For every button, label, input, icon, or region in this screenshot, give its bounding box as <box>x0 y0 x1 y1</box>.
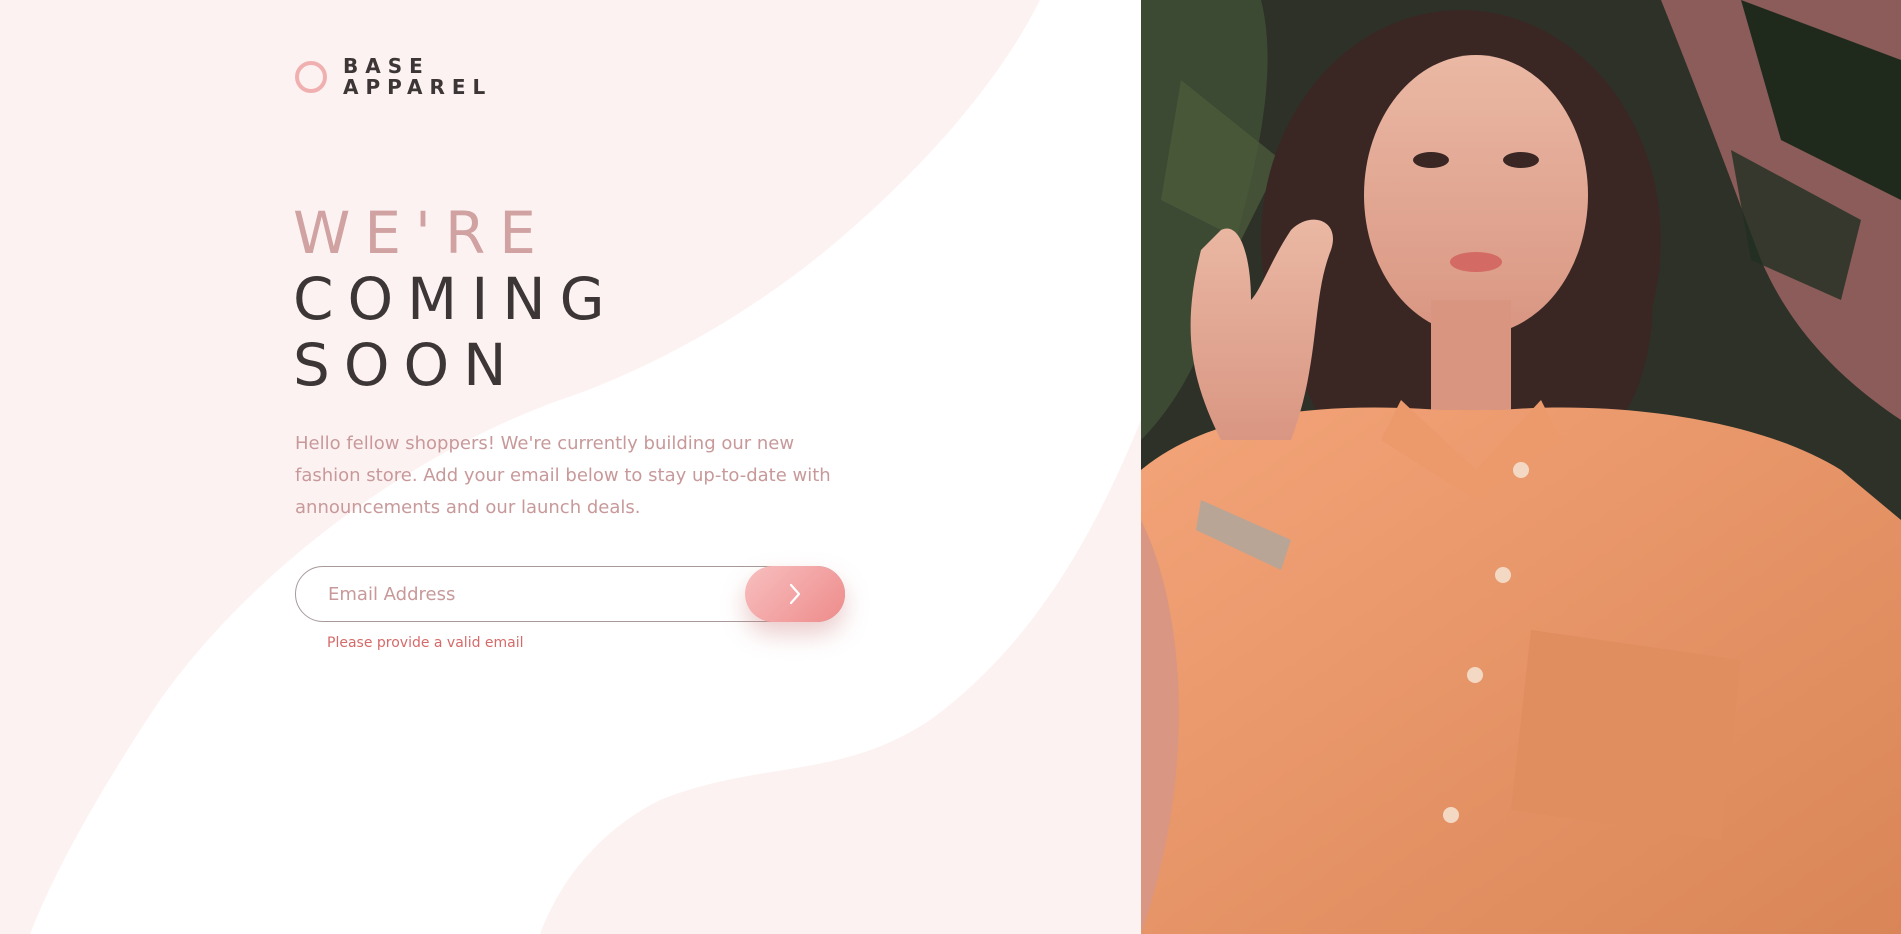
brand-name: BASE APPAREL <box>343 56 492 98</box>
signup-form <box>295 566 845 622</box>
intro-text: Hello fellow shoppers! We're currently b… <box>295 433 831 518</box>
content-panel: BASE APPAREL WE'RE COMING SOON Hello fel… <box>0 0 1141 934</box>
title-line-1: WE'RE <box>293 199 550 267</box>
title-line-3: SOON <box>293 331 521 399</box>
email-error-message: Please provide a valid email <box>327 635 524 651</box>
submit-button[interactable] <box>745 566 845 622</box>
brand-name-line1: BASE <box>343 54 430 78</box>
logo-ring-icon <box>295 61 327 93</box>
chevron-right-icon <box>789 583 801 605</box>
title-line-2: COMING <box>293 265 619 333</box>
brand-logo[interactable]: BASE APPAREL <box>295 56 492 98</box>
page-title: WE'RE COMING SOON <box>293 200 619 398</box>
model-photo <box>1141 0 1901 934</box>
brand-name-line2: APPAREL <box>343 75 493 99</box>
hero-image <box>1141 0 1901 934</box>
